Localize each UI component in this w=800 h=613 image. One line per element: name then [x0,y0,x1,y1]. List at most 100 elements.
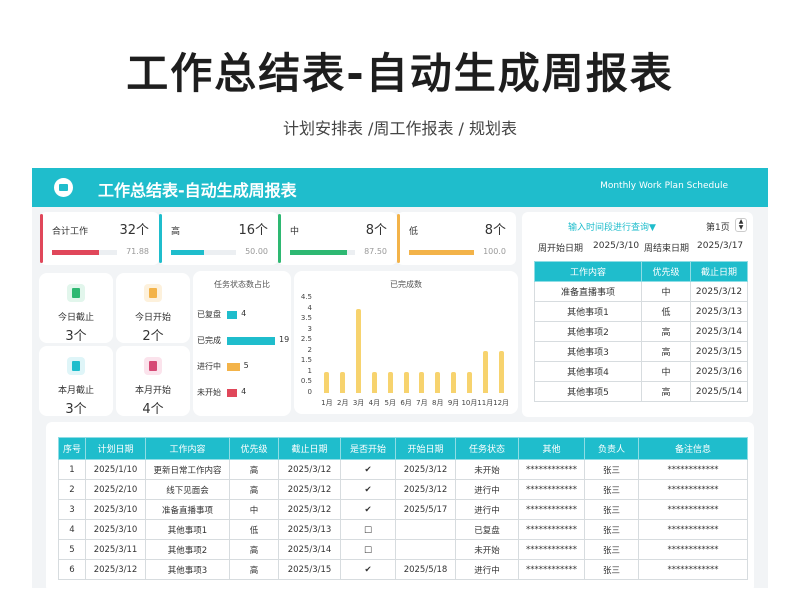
table-cell: 线下见面会 [145,479,230,500]
completed-bar [419,371,425,393]
column-header: 截止日期 [690,261,748,282]
y-axis-tick: 3.5 [300,314,312,323]
table-cell: 其他事项2 [145,539,230,560]
table-cell: 低 [229,519,279,540]
table-cell: 2025/3/15 [278,559,341,580]
table-cell: 2025/3/10 [85,519,146,540]
table-cell: 6 [58,559,86,580]
summary-value: 2个 [142,329,164,344]
table-cell: 张三 [584,539,639,560]
chevron-down-icon[interactable]: ▼ [736,225,746,231]
kpi-progress-track [171,250,236,255]
table-cell: 高 [641,341,691,362]
checkmark-icon[interactable]: ✔ [340,499,396,520]
kpi-card-high: 高 16个 50.00 [159,212,278,265]
checkbox-icon[interactable]: □ [340,519,396,540]
completed-bar [356,308,362,393]
table-cell: 中 [229,499,279,520]
status-bar-value: 5 [243,361,249,370]
completed-bar [482,350,488,393]
table-cell: 高 [229,459,279,480]
table-cell: ************ [518,479,585,500]
table-cell: 其他事项2 [534,321,642,342]
kpi-accent [397,214,400,263]
table-cell: 2025/3/12 [395,459,456,480]
table-cell: 其他事项5 [534,381,642,402]
table-row[interactable]: 5 2025/3/11 其他事项2 高 2025/3/14 □ 未开始 ***********… [58,539,748,560]
completed-bar [371,371,377,393]
briefcase-icon [54,178,73,197]
kpi-accent [278,214,281,263]
table-cell: 高 [229,559,279,580]
checkmark-icon[interactable]: ✔ [340,559,396,580]
table-cell: 其他事项3 [145,559,230,580]
table-row[interactable]: 6 2025/3/12 其他事项3 高 2025/3/15 ✔ 2025/5/18 进行中 **… [58,559,748,580]
completed-bar [387,371,393,393]
table-cell: 2025/3/14 [278,539,341,560]
table-cell: 其他事项4 [534,361,642,382]
table-cell: 5 [58,539,86,560]
table-row[interactable]: 1 2025/1/10 更新日常工作内容高 2025/3/12 ✔ 2025/3/12 未开… [58,459,748,480]
column-header: 优先级 [229,437,279,460]
table-cell: 2025/3/14 [690,321,748,342]
table-cell: ************ [638,539,748,560]
summary-value: 4个 [142,402,164,417]
kpi-accent [40,214,43,263]
kpi-label: 低 [409,227,419,237]
x-axis-tick: 12月 [493,399,510,407]
completed-bar [324,371,330,393]
date-range-query-link[interactable]: 输入时间段进行查询▼ [568,220,656,233]
week-end-label: 周结束日期 [644,244,690,254]
checkmark-icon[interactable]: ✔ [340,459,396,480]
page-spinner[interactable]: ▲ ▼ [735,218,747,232]
table-cell [395,539,456,560]
table-cell: 4 [58,519,86,540]
column-header: 开始日期 [395,437,456,460]
summary-label: 今日截止 [57,313,94,323]
y-axis-tick: 3 [307,324,312,333]
week-start-value[interactable]: 2025/3/10 [593,241,639,251]
table-row: 准备直播事项中 2025/3/12 [534,281,748,302]
kpi-value: 87.50 [364,247,387,256]
table-row: 其他事项3 高 2025/3/15 [534,341,748,362]
week-end-value[interactable]: 2025/3/17 [697,241,743,251]
summary-value: 3个 [65,402,87,417]
summary-label: 本月开始 [134,386,171,396]
table-row[interactable]: 2 2025/2/10 线下见面会高 2025/3/12 ✔ 2025/3/12 进行中 **… [58,479,748,500]
table-cell: 2025/5/17 [395,499,456,520]
column-header: 任务状态 [455,437,519,460]
kpi-card-total: 合计工作 32个 71.88 [40,212,159,265]
summary-label: 本月截止 [57,386,94,396]
table-cell: 张三 [584,519,639,540]
status-bar-label: 已完成 [197,336,221,345]
page-title: 工作总结表-自动生成周报表 [126,49,674,98]
kpi-count: 8个 [484,223,506,238]
banner-title: 工作总结表-自动生成周报表 [98,181,297,200]
summary-label: 今日开始 [134,313,171,323]
kpi-progress-fill [290,250,347,255]
completed-bar [340,371,346,393]
column-header: 工作内容 [145,437,230,460]
page-subtitle: 计划安排表 /周工作报表 / 规划表 [282,119,518,138]
y-axis-tick: 2.5 [300,335,312,344]
table-cell: ************ [518,459,585,480]
y-axis-tick: 1.5 [300,356,312,365]
table-cell: 准备直播事项 [145,499,230,520]
table-cell: ************ [518,519,585,540]
table-row[interactable]: 4 2025/3/10 其他事项1 低 2025/3/13 □ 已复盘 ***********… [58,519,748,540]
column-header: 是否开始 [340,437,396,460]
status-chart-title: 任务状态数占比 [214,280,270,289]
checkbox-icon[interactable]: □ [340,539,396,560]
y-axis-tick: 4 [307,303,312,312]
status-bar-label: 未开始 [197,388,221,397]
checkmark-icon[interactable]: ✔ [340,479,396,500]
kpi-card-low: 低 8个 100.0 [397,212,516,265]
table-cell: 1 [58,459,86,480]
table-cell: 准备直播事项 [534,281,642,302]
status-chart-card: 任务状态数占比 已复盘 4 已完成 19 进行中 5 未开始 4 [193,271,291,416]
table-row: 其他事项5 高 2025/5/14 [534,381,748,402]
table-cell: 2025/3/10 [85,499,146,520]
kpi-value: 71.88 [126,247,149,256]
table-cell: 张三 [584,479,639,500]
table-row[interactable]: 3 2025/3/10 准备直播事项中 2025/3/12 ✔ 2025/5/17 进行中 *… [58,499,748,520]
